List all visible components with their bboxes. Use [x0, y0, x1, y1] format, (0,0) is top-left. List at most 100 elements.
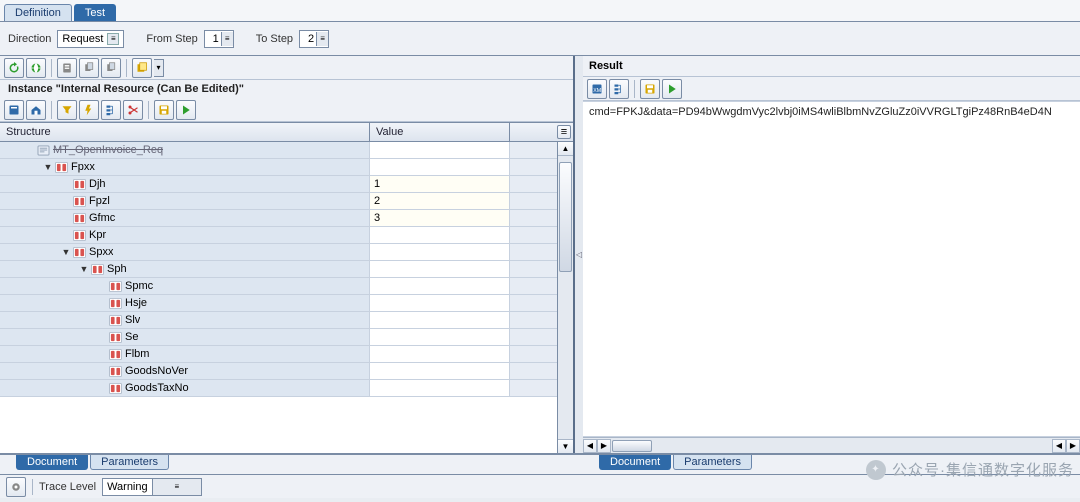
structure-cell[interactable]: Fpzl [0, 193, 370, 209]
pane-splitter[interactable]: ◁ [575, 56, 583, 453]
result-tree-button[interactable] [609, 79, 629, 99]
structure-cell[interactable]: Gfmc [0, 210, 370, 226]
structure-cell[interactable]: Slv [0, 312, 370, 328]
scroll-left-end-icon[interactable]: ◀ [1052, 439, 1066, 453]
column-config-icon[interactable]: ≡ [557, 125, 571, 139]
element-icon [109, 366, 122, 377]
table-row[interactable]: GoodsTaxNo [0, 380, 557, 397]
from-step-value[interactable] [205, 33, 221, 45]
table-row[interactable]: ▼Spxx [0, 244, 557, 261]
table-row[interactable]: Kpr [0, 227, 557, 244]
to-step-input[interactable]: ≡ [299, 30, 329, 48]
tool-home-button[interactable] [26, 100, 46, 120]
stack-button[interactable] [132, 58, 152, 78]
table-row[interactable]: Gfmc3 [0, 210, 557, 227]
structure-cell[interactable]: GoodsNoVer [0, 363, 370, 379]
tab-parameters-left[interactable]: Parameters [90, 455, 169, 470]
tool-tree-button[interactable] [101, 100, 121, 120]
scroll-right-icon[interactable]: ▶ [597, 439, 611, 453]
col-value[interactable]: Value [370, 123, 510, 141]
node-label: Flbm [125, 348, 149, 360]
trace-level-label: Trace Level [39, 481, 96, 493]
table-row[interactable]: GoodsNoVer [0, 363, 557, 380]
row-filler [510, 261, 557, 277]
tree-spacer [60, 229, 72, 241]
trace-level-dropdown[interactable]: Warning ≡ [102, 478, 202, 496]
tab-definition[interactable]: Definition [4, 4, 72, 21]
collapse-icon[interactable]: ▼ [60, 246, 72, 258]
value-cell [370, 380, 510, 396]
collapse-icon[interactable]: ▼ [78, 263, 90, 275]
tool-src-button[interactable] [4, 100, 24, 120]
table-row[interactable]: Fpzl2 [0, 193, 557, 210]
table-row[interactable]: MT_OpenInvoice_Req [0, 142, 557, 159]
tree-spacer [96, 382, 108, 394]
scroll-up-icon[interactable]: ▲ [558, 142, 573, 156]
dropdown-icon[interactable]: ▾ [154, 59, 164, 77]
scroll-down-icon[interactable]: ▼ [558, 439, 573, 453]
row-filler [510, 295, 557, 311]
table-row[interactable]: Flbm [0, 346, 557, 363]
value-cell[interactable]: 2 [370, 193, 510, 209]
structure-cell[interactable]: MT_OpenInvoice_Req [0, 142, 370, 158]
value-cell[interactable]: 1 [370, 176, 510, 192]
structure-cell[interactable]: Djh [0, 176, 370, 192]
node-label: Djh [89, 178, 106, 190]
refresh-button[interactable] [4, 58, 24, 78]
structure-cell[interactable]: Hsje [0, 295, 370, 311]
value-cell [370, 227, 510, 243]
value-cell [370, 363, 510, 379]
structure-cell[interactable]: Flbm [0, 346, 370, 362]
tool-load-button[interactable] [176, 100, 196, 120]
paste-button[interactable] [101, 58, 121, 78]
tab-document-left[interactable]: Document [16, 455, 88, 470]
scroll-thumb[interactable] [612, 440, 652, 452]
direction-dropdown[interactable]: Request ≡ [57, 30, 124, 48]
result-xml-button[interactable] [587, 79, 607, 99]
from-step-input[interactable]: ≡ [204, 30, 234, 48]
horizontal-scrollbar[interactable]: ◀ ▶ ◀ ▶ [583, 437, 1080, 453]
copy-button[interactable] [79, 58, 99, 78]
structure-cell[interactable]: ▼Sph [0, 261, 370, 277]
to-step-value[interactable] [300, 33, 316, 45]
value-cell [370, 278, 510, 294]
table-row[interactable]: ▼Sph [0, 261, 557, 278]
result-text[interactable]: cmd=FPKJ&data=PD94bWwgdmVyc2lvbj0iMS4wli… [583, 102, 1080, 437]
structure-cell[interactable]: Spmc [0, 278, 370, 294]
structure-cell[interactable]: ▼Fpxx [0, 159, 370, 175]
new-doc-button[interactable] [57, 58, 77, 78]
scroll-right-end-icon[interactable]: ▶ [1066, 439, 1080, 453]
tree-spacer [60, 212, 72, 224]
table-row[interactable]: Djh 1 [0, 176, 557, 193]
collapse-icon[interactable]: ▼ [42, 161, 54, 173]
structure-cell[interactable]: Kpr [0, 227, 370, 243]
result-save-button[interactable] [640, 79, 660, 99]
structure-cell[interactable]: ▼Spxx [0, 244, 370, 260]
tool-lightning-button[interactable] [79, 100, 99, 120]
tool-filter-button[interactable] [57, 100, 77, 120]
value-cell[interactable]: 3 [370, 210, 510, 226]
scroll-thumb[interactable] [559, 162, 572, 272]
trace-settings-button[interactable] [6, 477, 26, 497]
execute-button[interactable] [26, 58, 46, 78]
structure-cell[interactable]: Se [0, 329, 370, 345]
direction-label: Direction [8, 33, 51, 45]
tree-spacer [96, 297, 108, 309]
table-row[interactable]: Hsje [0, 295, 557, 312]
vertical-scrollbar[interactable]: ▲ ▼ [557, 142, 573, 453]
table-row[interactable]: Slv [0, 312, 557, 329]
element-icon [55, 162, 68, 173]
col-structure[interactable]: Structure [0, 123, 370, 141]
tool-cut-button[interactable] [123, 100, 143, 120]
table-row[interactable]: Se [0, 329, 557, 346]
result-title: Result [583, 56, 1080, 77]
tab-parameters-right[interactable]: Parameters [673, 455, 752, 470]
tab-document-right[interactable]: Document [599, 455, 671, 470]
table-row[interactable]: Spmc [0, 278, 557, 295]
tab-test[interactable]: Test [74, 4, 116, 21]
scroll-left-icon[interactable]: ◀ [583, 439, 597, 453]
table-row[interactable]: ▼Fpxx [0, 159, 557, 176]
result-load-button[interactable] [662, 79, 682, 99]
tool-save-button[interactable] [154, 100, 174, 120]
structure-cell[interactable]: GoodsTaxNo [0, 380, 370, 396]
